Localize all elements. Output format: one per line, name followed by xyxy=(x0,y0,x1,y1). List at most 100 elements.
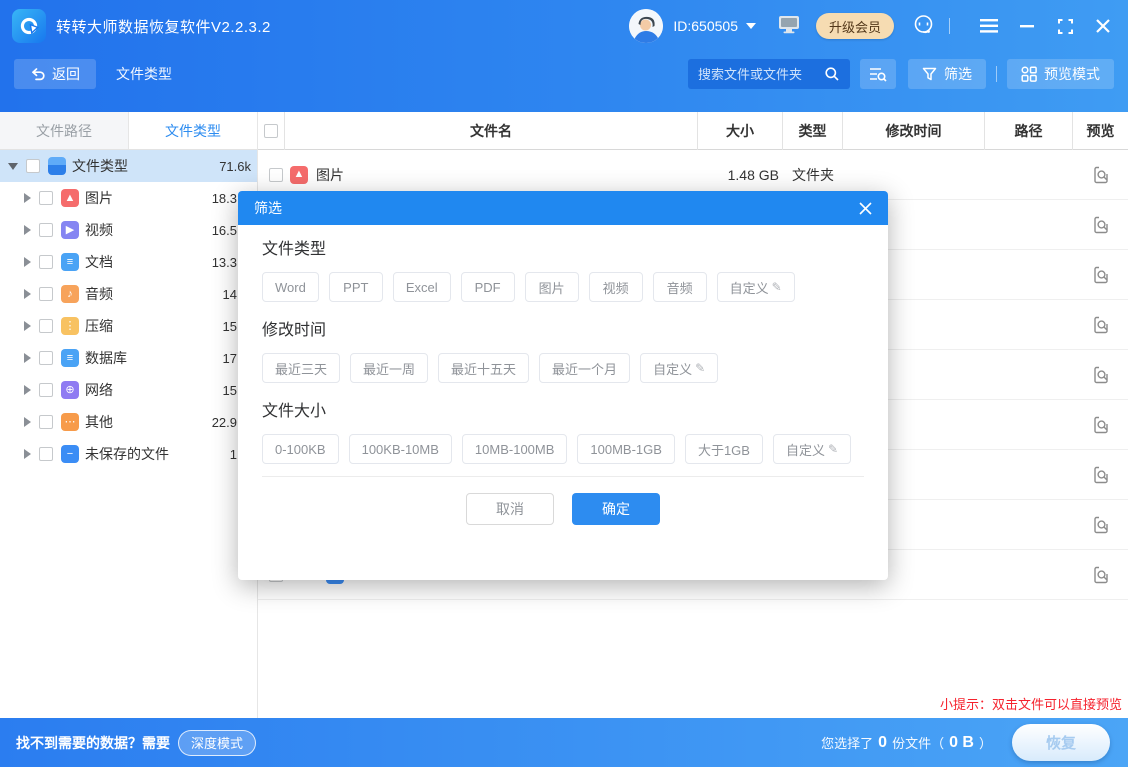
close-icon[interactable] xyxy=(1090,13,1116,39)
filter-chip[interactable]: Excel xyxy=(393,272,451,302)
preview-icon[interactable] xyxy=(1091,565,1111,585)
column-filename[interactable]: 文件名 xyxy=(285,112,698,150)
search-input[interactable] xyxy=(698,67,824,82)
collapse-arrow-icon[interactable] xyxy=(8,163,18,170)
checkbox[interactable] xyxy=(39,415,53,429)
menu-icon[interactable] xyxy=(976,13,1002,39)
filter-button[interactable]: 筛选 xyxy=(908,59,986,89)
filter-chip[interactable]: 视频 xyxy=(589,272,643,302)
back-button[interactable]: 返回 xyxy=(14,59,96,89)
filter-chip[interactable]: PDF xyxy=(461,272,515,302)
confirm-button[interactable]: 确定 xyxy=(572,493,660,525)
preview-icon[interactable] xyxy=(1091,515,1111,535)
minimize-icon[interactable] xyxy=(1014,13,1040,39)
checkbox[interactable] xyxy=(39,255,53,269)
deep-mode-button[interactable]: 深度模式 xyxy=(178,730,256,756)
table-header: 文件名 大小 类型 修改时间 路径 预览 xyxy=(258,112,1128,150)
deep-scan-hint: 找不到需要的数据？需要 xyxy=(16,733,170,753)
recover-button[interactable]: 恢复 xyxy=(1012,724,1110,761)
tree-item[interactable]: ≡数据库17 xyxy=(0,342,257,374)
filter-chip[interactable]: 图片 xyxy=(525,272,579,302)
image-icon: ▲ xyxy=(61,189,79,207)
user-avatar[interactable] xyxy=(629,9,663,43)
expand-arrow-icon[interactable] xyxy=(24,193,31,203)
list-search-button[interactable] xyxy=(860,59,896,89)
tree-item[interactable]: ⋮压缩15 xyxy=(0,310,257,342)
user-id: ID:650505 xyxy=(673,18,738,34)
expand-arrow-icon[interactable] xyxy=(24,321,31,331)
expand-arrow-icon[interactable] xyxy=(24,257,31,267)
preview-icon[interactable] xyxy=(1091,215,1111,235)
filter-chip[interactable]: PPT xyxy=(329,272,383,302)
search-box[interactable] xyxy=(688,59,850,89)
tab-file-path[interactable]: 文件路径 xyxy=(0,112,129,149)
preview-mode-button[interactable]: 预览模式 xyxy=(1007,59,1114,89)
document-icon: ≡ xyxy=(61,253,79,271)
checkbox[interactable] xyxy=(269,168,283,182)
tab-file-type[interactable]: 文件类型 xyxy=(129,112,257,149)
monitor-icon[interactable] xyxy=(778,15,800,37)
cancel-button[interactable]: 取消 xyxy=(466,493,554,525)
filter-chip[interactable]: 最近一个月 xyxy=(539,353,630,383)
tree-item[interactable]: ♪音频14 xyxy=(0,278,257,310)
preview-icon[interactable] xyxy=(1091,165,1111,185)
checkbox[interactable] xyxy=(39,319,53,333)
checkbox[interactable] xyxy=(39,383,53,397)
search-icon[interactable] xyxy=(824,66,840,82)
filter-chip[interactable]: 最近三天 xyxy=(262,353,340,383)
chevron-down-icon[interactable] xyxy=(746,23,756,29)
expand-arrow-icon[interactable] xyxy=(24,417,31,427)
expand-arrow-icon[interactable] xyxy=(24,289,31,299)
maximize-icon[interactable] xyxy=(1052,13,1078,39)
column-modified[interactable]: 修改时间 xyxy=(843,112,985,150)
column-preview[interactable]: 预览 xyxy=(1073,112,1128,150)
checkbox[interactable] xyxy=(39,287,53,301)
checkbox[interactable] xyxy=(39,191,53,205)
checkbox[interactable] xyxy=(39,447,53,461)
column-size[interactable]: 大小 xyxy=(698,112,783,150)
filter-dialog-footer: 取消 确定 xyxy=(238,477,888,525)
checkbox[interactable] xyxy=(26,159,40,173)
filter-chip[interactable]: 100KB-10MB xyxy=(349,434,452,464)
tree-item[interactable]: ⊕网络15 xyxy=(0,374,257,406)
expand-arrow-icon[interactable] xyxy=(24,385,31,395)
tree-item[interactable]: ⋯其他22.9 xyxy=(0,406,257,438)
preview-icon[interactable] xyxy=(1091,415,1111,435)
select-all-checkbox[interactable] xyxy=(264,124,278,138)
expand-arrow-icon[interactable] xyxy=(24,353,31,363)
filter-chip[interactable]: Word xyxy=(262,272,319,302)
custom-filter-chip[interactable]: 自定义✎ xyxy=(773,434,851,464)
checkbox[interactable] xyxy=(39,223,53,237)
edit-pencil-icon: ✎ xyxy=(695,361,705,375)
select-all-column[interactable] xyxy=(258,112,285,150)
dialog-close-icon[interactable] xyxy=(859,202,872,215)
filter-chip[interactable]: 音频 xyxy=(653,272,707,302)
custom-filter-chip[interactable]: 自定义✎ xyxy=(640,353,718,383)
expand-arrow-icon[interactable] xyxy=(24,225,31,235)
expand-arrow-icon[interactable] xyxy=(24,449,31,459)
tree-item[interactable]: ▲图片18.3 xyxy=(0,182,257,214)
preview-icon[interactable] xyxy=(1091,265,1111,285)
filter-chip[interactable]: 100MB-1GB xyxy=(577,434,675,464)
column-type[interactable]: 类型 xyxy=(783,112,843,150)
filter-chip[interactable]: 0-100KB xyxy=(262,434,339,464)
filter-chip[interactable]: 最近十五天 xyxy=(438,353,529,383)
tree-item[interactable]: ▶视频16.5 xyxy=(0,214,257,246)
filter-chip[interactable]: 大于1GB xyxy=(685,434,763,464)
preview-icon[interactable] xyxy=(1091,365,1111,385)
preview-icon[interactable] xyxy=(1091,315,1111,335)
custom-filter-chip[interactable]: 自定义✎ xyxy=(717,272,795,302)
tree-item[interactable]: 文件类型71.6k xyxy=(0,150,257,182)
preview-icon[interactable] xyxy=(1091,465,1111,485)
upgrade-member-button[interactable]: 升级会员 xyxy=(816,13,894,39)
tree-item[interactable]: ≡文档13.3 xyxy=(0,246,257,278)
filter-chip[interactable]: 10MB-100MB xyxy=(462,434,567,464)
filter-chip[interactable]: 最近一周 xyxy=(350,353,428,383)
column-path[interactable]: 路径 xyxy=(985,112,1073,150)
path-cell xyxy=(985,300,1073,349)
selection-end: ） xyxy=(979,733,992,752)
tree-item[interactable]: −未保存的文件1 xyxy=(0,438,257,470)
chip-label: PPT xyxy=(343,280,368,295)
customer-service-icon[interactable] xyxy=(912,13,935,39)
checkbox[interactable] xyxy=(39,351,53,365)
